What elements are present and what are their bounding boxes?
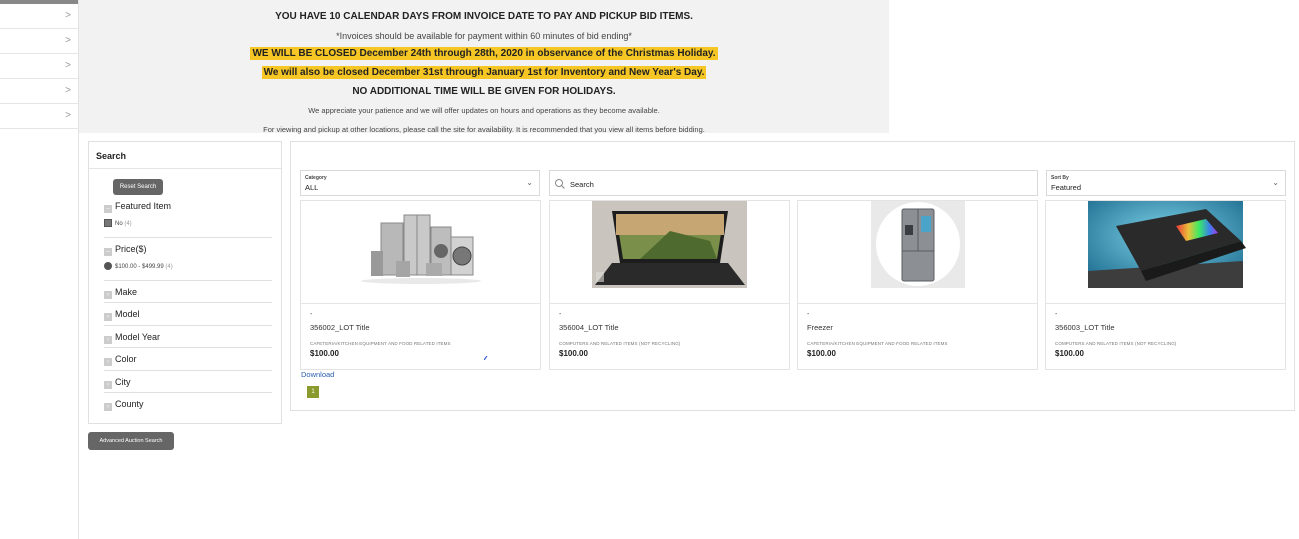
chevron-down-icon: ⌄: [1272, 178, 1279, 187]
radio-icon: [104, 262, 112, 270]
results-panel: Category ALL ⌄ Sort By Featured ⌄: [290, 141, 1295, 411]
search-icon: [555, 179, 565, 189]
banner-line-no-time: NO ADDITIONAL TIME WILL BE GIVEN FOR HOL…: [352, 86, 616, 97]
search-filter-panel: Search Reset Search – Featured Item No (4…: [88, 141, 282, 424]
facet-city[interactable]: › City: [104, 377, 272, 389]
item-price: $100.00: [807, 349, 836, 358]
download-link[interactable]: Download: [301, 370, 334, 379]
facet-model-year[interactable]: › Model Year: [104, 332, 272, 344]
item-image-laptop-landscape[interactable]: [550, 201, 789, 304]
chevron-right-icon: >: [65, 110, 71, 121]
chevron-right-icon: >: [65, 85, 71, 96]
divider: [104, 237, 272, 238]
item-image-laptop-rainbow[interactable]: [1046, 201, 1285, 304]
item-card[interactable]: - 356002_LOT Title CAFETERIA/KITCHEN EQU…: [300, 200, 541, 370]
chevron-down-icon: ⌄: [526, 178, 533, 187]
sidebar-item-5[interactable]: >: [0, 104, 78, 129]
sidebar-item-2[interactable]: >: [0, 29, 78, 54]
item-category: COMPUTERS AND RELATED ITEMS (NOT RECYCLI…: [559, 341, 681, 346]
category-select[interactable]: Category ALL ⌄: [300, 170, 540, 196]
item-card[interactable]: - Freezer CAFETERIA/KITCHEN EQUIPMENT AN…: [797, 200, 1038, 370]
reset-search-button[interactable]: Reset Search: [113, 179, 163, 195]
pagination-page-1[interactable]: 1: [307, 386, 319, 398]
facet-price[interactable]: – Price($): [104, 244, 272, 256]
expand-icon: ›: [104, 291, 112, 299]
facet-model[interactable]: › Model: [104, 309, 272, 321]
banner-line-newyear: We will also be closed December 31st thr…: [261, 66, 707, 79]
sort-by-select[interactable]: Sort By Featured ⌄: [1046, 170, 1286, 196]
expand-icon: ›: [104, 403, 112, 411]
item-card[interactable]: - 356003_LOT Title COMPUTERS AND RELATED…: [1045, 200, 1286, 370]
checkbox-icon: [104, 219, 112, 227]
item-category: COMPUTERS AND RELATED ITEMS (NOT RECYCLI…: [1055, 341, 1177, 346]
advanced-auction-search-button[interactable]: Advanced Auction Search: [88, 432, 174, 450]
facet-featured-item[interactable]: – Featured Item: [104, 201, 272, 213]
item-dash: -: [559, 311, 562, 318]
item-dash: -: [1055, 311, 1058, 318]
banner-line-christmas: WE WILL BE CLOSED December 24th through …: [250, 47, 718, 60]
price-option-range[interactable]: $100.00 - $499.99 (4): [104, 262, 272, 270]
banner-line-patience: We appreciate your patience and we will …: [308, 106, 660, 115]
category-label: Category: [305, 175, 327, 181]
facet-make[interactable]: › Make: [104, 287, 272, 299]
collapse-icon: –: [104, 248, 112, 256]
sort-by-label: Sort By: [1051, 175, 1069, 181]
item-dash: -: [807, 311, 810, 318]
sidebar-item-4[interactable]: >: [0, 79, 78, 104]
left-sidebar: > > > > >: [0, 0, 79, 539]
item-title[interactable]: 356002_LOT Title: [310, 323, 370, 332]
item-price: $100.00: [559, 349, 588, 358]
expand-icon: ›: [104, 336, 112, 344]
item-category: CAFETERIA/KITCHEN EQUIPMENT AND FOOD REL…: [807, 341, 948, 346]
collapse-icon: –: [104, 205, 112, 213]
facet-county[interactable]: › County: [104, 399, 272, 411]
sidebar-item-1[interactable]: >: [0, 4, 78, 29]
divider: [104, 280, 272, 281]
divider: [104, 302, 272, 303]
item-title[interactable]: Freezer: [807, 323, 833, 332]
facet-color[interactable]: › Color: [104, 354, 272, 366]
item-image-refrigerator[interactable]: [798, 201, 1037, 304]
featured-option-no[interactable]: No (4): [104, 219, 272, 227]
expand-icon: ›: [104, 358, 112, 366]
divider: [104, 347, 272, 348]
search-input[interactable]: [570, 176, 1010, 192]
category-value: ALL: [305, 183, 319, 192]
divider: [104, 325, 272, 326]
banner-line-viewing: For viewing and pickup at other location…: [263, 125, 705, 134]
cursor-mark-icon: [484, 356, 488, 360]
item-title[interactable]: 356004_LOT Title: [559, 323, 619, 332]
item-image-appliances[interactable]: [301, 201, 540, 304]
chevron-right-icon: >: [65, 10, 71, 21]
search-panel-title: Search: [89, 142, 281, 169]
item-category: CAFETERIA/KITCHEN EQUIPMENT AND FOOD REL…: [310, 341, 451, 346]
item-price: $100.00: [310, 349, 339, 358]
sort-by-value: Featured: [1051, 183, 1082, 192]
expand-icon: ›: [104, 381, 112, 389]
item-title[interactable]: 356003_LOT Title: [1055, 323, 1115, 332]
divider: [104, 392, 272, 393]
item-price: $100.00: [1055, 349, 1084, 358]
banner-line-invoices: *Invoices should be available for paymen…: [336, 31, 632, 41]
search-field[interactable]: [549, 170, 1038, 196]
announcement-banner: YOU HAVE 10 CALENDAR DAYS FROM INVOICE D…: [79, 0, 889, 134]
expand-icon: ›: [104, 313, 112, 321]
item-card[interactable]: - 356004_LOT Title COMPUTERS AND RELATED…: [549, 200, 790, 370]
item-dash: -: [310, 311, 313, 318]
sidebar-item-3[interactable]: >: [0, 54, 78, 79]
chevron-right-icon: >: [65, 60, 71, 71]
divider: [104, 370, 272, 371]
chevron-right-icon: >: [65, 35, 71, 46]
banner-line-payment: YOU HAVE 10 CALENDAR DAYS FROM INVOICE D…: [275, 11, 693, 22]
